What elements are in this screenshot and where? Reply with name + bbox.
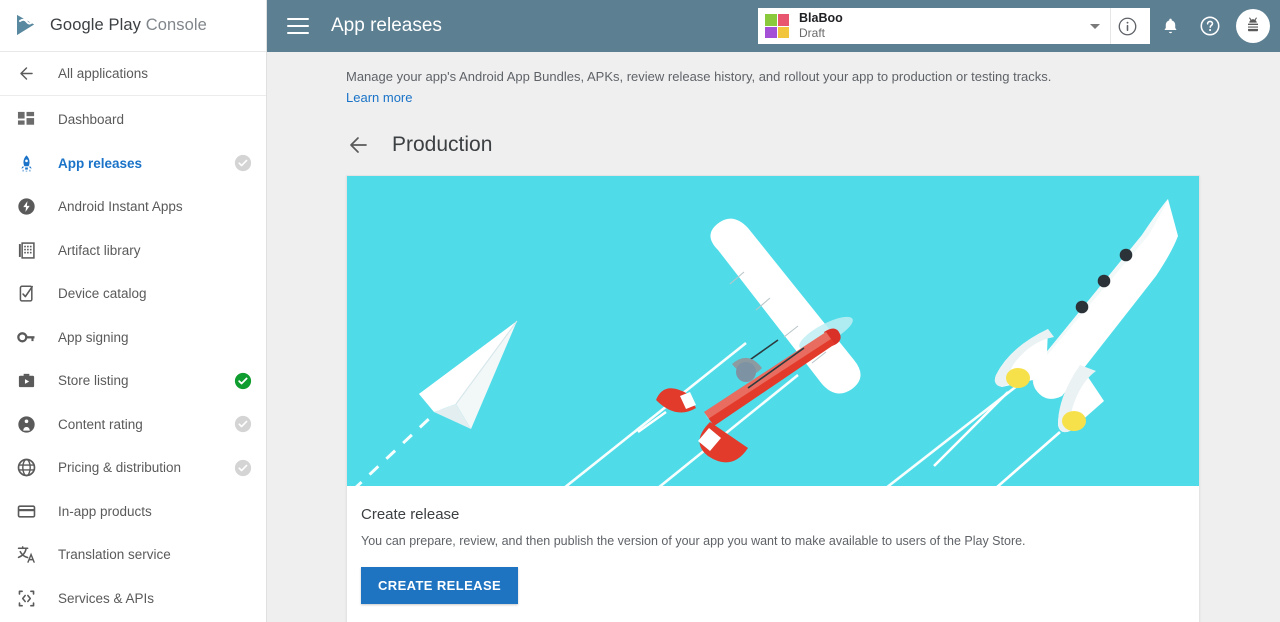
topbar: App releases BlaBoo Draft [267, 0, 1280, 52]
sidebar-item-android-instant-apps[interactable]: Android Instant Apps [0, 185, 266, 229]
help-icon[interactable] [1190, 6, 1230, 46]
sidebar: Google Play Console All applications Das… [0, 0, 267, 622]
sidebar-item-store-listing[interactable]: Store listing [0, 359, 266, 403]
artifact-library-icon [16, 240, 36, 260]
sidebar-item-pricing-distribution[interactable]: Pricing & distribution [0, 446, 266, 490]
sidebar-item-label: Content rating [58, 416, 143, 432]
dashboard-icon [16, 110, 36, 130]
sidebar-item-artifact-library[interactable]: Artifact library [0, 229, 266, 273]
page-header: Production [267, 133, 1280, 157]
production-title: Production [392, 132, 493, 156]
main-region: App releases BlaBoo Draft Manage your ap… [267, 0, 1280, 622]
card-icon [16, 501, 36, 521]
sidebar-item-label: Dashboard [58, 112, 125, 128]
brand-title: Google Play Console [50, 16, 207, 35]
google-play-logo-icon [14, 13, 40, 39]
key-icon [16, 327, 36, 347]
sidebar-item-translation-service[interactable]: Translation service [0, 533, 266, 577]
sidebar-item-dashboard[interactable]: Dashboard [0, 98, 266, 142]
store-listing-icon [16, 371, 36, 391]
card-title: Create release [361, 505, 460, 523]
sidebar-item-all-applications[interactable]: All applications [0, 52, 266, 96]
learn-more-link[interactable]: Learn more [346, 90, 412, 105]
rocket-icon [16, 153, 36, 173]
globe-icon [16, 458, 36, 478]
translate-icon [16, 545, 36, 565]
sidebar-nav: Dashboard App releases Android Instant A… [0, 96, 266, 620]
app-state: Draft [799, 26, 826, 41]
sidebar-item-label: App signing [58, 329, 129, 345]
card-body: Create release You can prepare, review, … [347, 486, 1199, 622]
back-arrow-icon[interactable] [346, 133, 370, 157]
sidebar-back-label: All applications [58, 66, 149, 81]
status-badge-grey-check [234, 415, 252, 433]
sidebar-item-label: Artifact library [58, 242, 141, 258]
app-thumbnail [764, 13, 790, 39]
app-name: BlaBoo [799, 11, 843, 26]
sidebar-item-device-catalog[interactable]: Device catalog [0, 272, 266, 316]
app-selector-meta: BlaBoo Draft [799, 11, 1090, 41]
sidebar-item-label: In-app products [58, 503, 152, 519]
sidebar-item-in-app-products[interactable]: In-app products [0, 490, 266, 534]
sidebar-item-label: Services & APIs [58, 590, 155, 606]
brand-header: Google Play Console [0, 0, 266, 52]
intro-block: Manage your app's Android App Bundles, A… [267, 68, 1280, 107]
sidebar-item-app-releases[interactable]: App releases [0, 142, 266, 186]
sidebar-item-services-apis[interactable]: Services & APIs [0, 577, 266, 621]
status-badge-grey-check [234, 154, 252, 172]
sidebar-item-label: Store listing [58, 373, 129, 389]
sidebar-item-label: Pricing & distribution [58, 460, 182, 476]
brand-title-light: Console [145, 16, 207, 34]
content-area: Manage your app's Android App Bundles, A… [267, 52, 1280, 622]
services-apis-icon [16, 588, 36, 608]
card-description: You can prepare, review, and then publis… [361, 533, 1026, 548]
intro-description: Manage your app's Android App Bundles, A… [346, 69, 1052, 84]
create-release-button[interactable]: CREATE RELEASE [361, 566, 519, 604]
hero-illustration-svg [347, 175, 1199, 486]
page-title: App releases [331, 15, 442, 36]
sidebar-item-label: Android Instant Apps [58, 199, 183, 215]
status-badge-grey-check [234, 459, 252, 477]
info-icon[interactable] [1110, 8, 1144, 44]
sidebar-item-label: App releases [58, 155, 143, 171]
sidebar-item-app-signing[interactable]: App signing [0, 316, 266, 360]
sidebar-item-label: Translation service [58, 547, 171, 563]
instant-apps-icon [16, 197, 36, 217]
android-avatar-icon[interactable] [1236, 9, 1270, 43]
chevron-down-icon[interactable] [1090, 23, 1100, 29]
app-selector[interactable]: BlaBoo Draft [758, 8, 1150, 44]
create-release-card: Create release You can prepare, review, … [346, 174, 1200, 622]
hamburger-icon[interactable] [287, 18, 309, 34]
bell-icon[interactable] [1150, 6, 1190, 46]
arrow-left-icon [16, 64, 36, 84]
device-catalog-icon [16, 284, 36, 304]
sidebar-item-label: Device catalog [58, 286, 147, 302]
sidebar-item-content-rating[interactable]: Content rating [0, 403, 266, 447]
status-badge-green-check [234, 372, 252, 390]
brand-title-bold: Google Play [50, 16, 141, 34]
content-rating-icon [16, 414, 36, 434]
app-root: Google Play Console All applications Das… [0, 0, 1280, 622]
hero-illustration [347, 175, 1199, 486]
